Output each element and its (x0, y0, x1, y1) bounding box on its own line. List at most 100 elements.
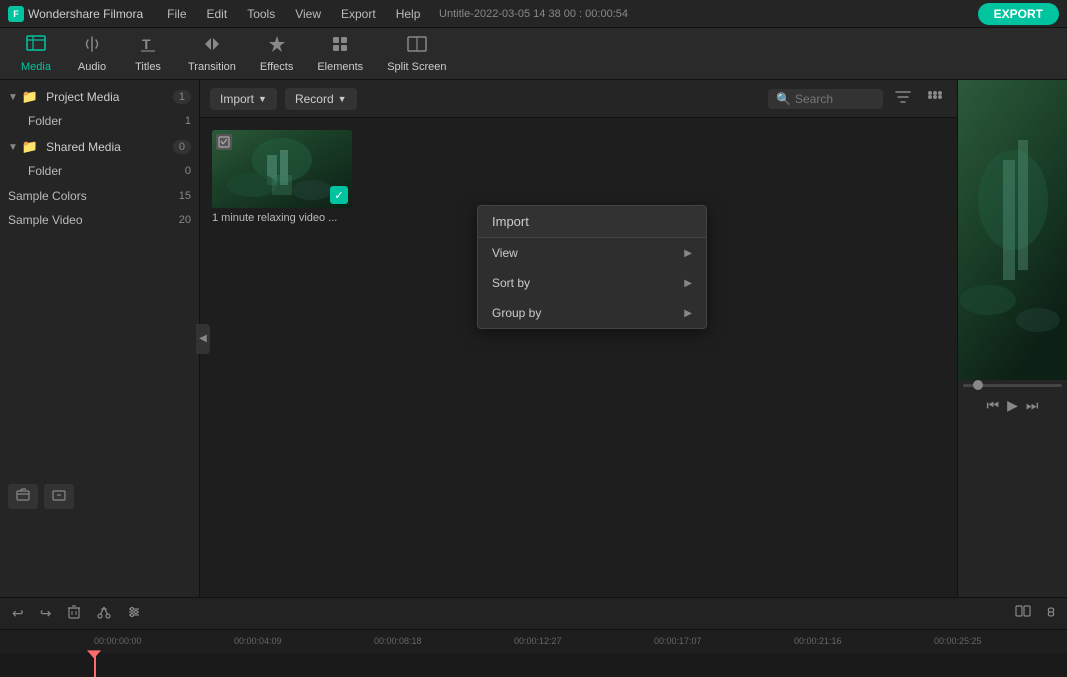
context-menu-sortby[interactable]: Sort by ▶ (478, 268, 706, 298)
preview-progress-handle[interactable] (973, 380, 983, 390)
toolbar-media[interactable]: Media (8, 31, 64, 77)
timeline-ruler-marks: 00:00:00:00 00:00:04:09 00:00:08:18 00:0… (94, 636, 1067, 646)
undo-button[interactable]: ↩ (8, 603, 28, 624)
audio-label: Audio (78, 61, 106, 73)
splitscreen-icon (407, 35, 427, 58)
import-button[interactable]: Import ▼ (210, 88, 277, 110)
sample-video-count: 20 (179, 214, 191, 226)
toolbar-effects[interactable]: Effects (248, 31, 305, 77)
media-selected-check: ✓ (330, 186, 348, 204)
redo-button[interactable]: ↪ (36, 603, 56, 624)
record-chevron-icon: ▼ (338, 94, 347, 104)
context-menu-groupby-arrow: ▶ (684, 308, 692, 319)
sidebar-bottom-actions (0, 478, 200, 515)
search-box: 🔍 (768, 89, 883, 109)
media-select-checkbox[interactable] (216, 134, 232, 150)
ruler-mark-0: 00:00:00:00 (94, 636, 234, 646)
app-logo: F (8, 6, 24, 22)
ruler-mark-5: 00:00:21:16 (794, 636, 934, 646)
menu-edit[interactable]: Edit (203, 5, 232, 23)
media-item[interactable]: ✓ 1 minute relaxing video ... (212, 130, 352, 224)
project-media-count: 1 (173, 90, 191, 104)
timeline-track[interactable] (0, 653, 1067, 677)
project-media-label: Project Media (46, 90, 169, 104)
main-layout: ▼ 📁 Project Media 1 Folder 1 ▼ 📁 Shared … (0, 80, 1067, 597)
preview-controls: ⏮ ▶ ⏭ (958, 391, 1067, 420)
shared-media-chevron: ▼ (8, 142, 18, 153)
preview-prev-button[interactable]: ⏮ (987, 397, 1000, 414)
menu-file[interactable]: File (163, 5, 190, 23)
context-menu-groupby[interactable]: Group by ▶ (478, 298, 706, 328)
record-button[interactable]: Record ▼ (285, 88, 357, 110)
shared-media-folder[interactable]: Folder 0 (0, 160, 199, 182)
sample-video-item[interactable]: Sample Video 20 (0, 208, 199, 232)
sample-colors-count: 15 (179, 190, 191, 202)
preview-play-button[interactable]: ▶ (1007, 397, 1018, 414)
context-menu-groupby-label: Group by (492, 306, 541, 320)
project-media-header[interactable]: ▼ 📁 Project Media 1 (0, 84, 199, 110)
timeline-cursor-head (87, 650, 101, 658)
record-label: Record (295, 92, 334, 106)
sidebar-collapse-button[interactable]: ◀ (196, 324, 210, 354)
menu-tools[interactable]: Tools (243, 5, 279, 23)
svg-text:T: T (142, 36, 151, 52)
grid-view-button[interactable] (923, 88, 947, 109)
menu-export[interactable]: Export (337, 5, 380, 23)
sidebar: ▼ 📁 Project Media 1 Folder 1 ▼ 📁 Shared … (0, 80, 200, 597)
preview-panel: ⏮ ▶ ⏭ (957, 80, 1067, 597)
search-input[interactable] (795, 92, 875, 106)
ruler-mark-1: 00:00:04:09 (234, 636, 374, 646)
menu-view[interactable]: View (291, 5, 325, 23)
ruler-mark-2: 00:00:08:18 (374, 636, 514, 646)
remove-folder-button[interactable] (44, 484, 74, 509)
preview-image (958, 80, 1067, 380)
shared-media-section: ▼ 📁 Shared Media 0 Folder 0 (0, 134, 199, 182)
sample-colors-label: Sample Colors (8, 189, 87, 203)
shared-media-folder-count: 0 (185, 165, 191, 177)
project-media-folder-label: Folder (28, 114, 62, 128)
delete-button[interactable] (63, 602, 85, 624)
cut-button[interactable] (93, 603, 115, 624)
titles-icon: T (139, 35, 157, 58)
toolbar-elements[interactable]: Elements (305, 31, 375, 77)
context-menu-header: Import (478, 206, 706, 238)
ruler-mark-4: 00:00:17:07 (654, 636, 794, 646)
timeline-area: ↩ ↪ (0, 597, 1067, 677)
context-menu-view-label: View (492, 246, 518, 260)
toolbar-titles[interactable]: T Titles (120, 31, 176, 77)
menu-help[interactable]: Help (392, 5, 425, 23)
effects-label: Effects (260, 61, 293, 73)
preview-next-button[interactable]: ⏭ (1026, 397, 1039, 414)
export-button[interactable]: EXPORT (978, 3, 1059, 25)
title-bar: F Wondershare Filmora File Edit Tools Vi… (0, 0, 1067, 28)
toolbar-transition[interactable]: Transition (176, 31, 248, 77)
media-thumbnail: ✓ (212, 130, 352, 208)
shared-media-header[interactable]: ▼ 📁 Shared Media 0 (0, 134, 199, 160)
add-folder-button[interactable] (8, 484, 38, 509)
settings-button[interactable] (123, 603, 145, 624)
app-name: Wondershare Filmora (28, 7, 143, 21)
ruler-mark-6: 00:00:25:25 (934, 636, 1067, 646)
magnet-button[interactable] (1015, 605, 1031, 622)
titles-label: Titles (135, 61, 161, 73)
content-area: Import ▼ Record ▼ 🔍 (200, 80, 957, 597)
shared-media-folder-icon: 📁 (22, 139, 38, 155)
import-chevron-icon: ▼ (258, 94, 267, 104)
ruler-mark-3: 00:00:12:27 (514, 636, 654, 646)
toolbar-audio[interactable]: Audio (64, 31, 120, 77)
project-media-folder[interactable]: Folder 1 (0, 110, 199, 132)
preview-progress-bar[interactable] (963, 384, 1061, 387)
window-title: Untitle-2022-03-05 14 38 00 : 00:00:54 (439, 8, 628, 20)
title-bar-left: F Wondershare Filmora File Edit Tools Vi… (8, 5, 424, 23)
sample-video-label: Sample Video (8, 213, 83, 227)
context-menu-sortby-label: Sort by (492, 276, 530, 290)
sample-colors-item[interactable]: Sample Colors 15 (0, 184, 199, 208)
context-menu-view[interactable]: View ▶ (478, 238, 706, 268)
filter-button[interactable] (891, 88, 915, 109)
link-button[interactable] (1043, 606, 1059, 621)
effects-icon (268, 35, 286, 58)
context-menu: Import View ▶ Sort by ▶ Group by ▶ (477, 205, 707, 329)
toolbar-splitscreen[interactable]: Split Screen (375, 31, 458, 77)
media-icon (26, 35, 46, 58)
splitscreen-label: Split Screen (387, 61, 446, 73)
